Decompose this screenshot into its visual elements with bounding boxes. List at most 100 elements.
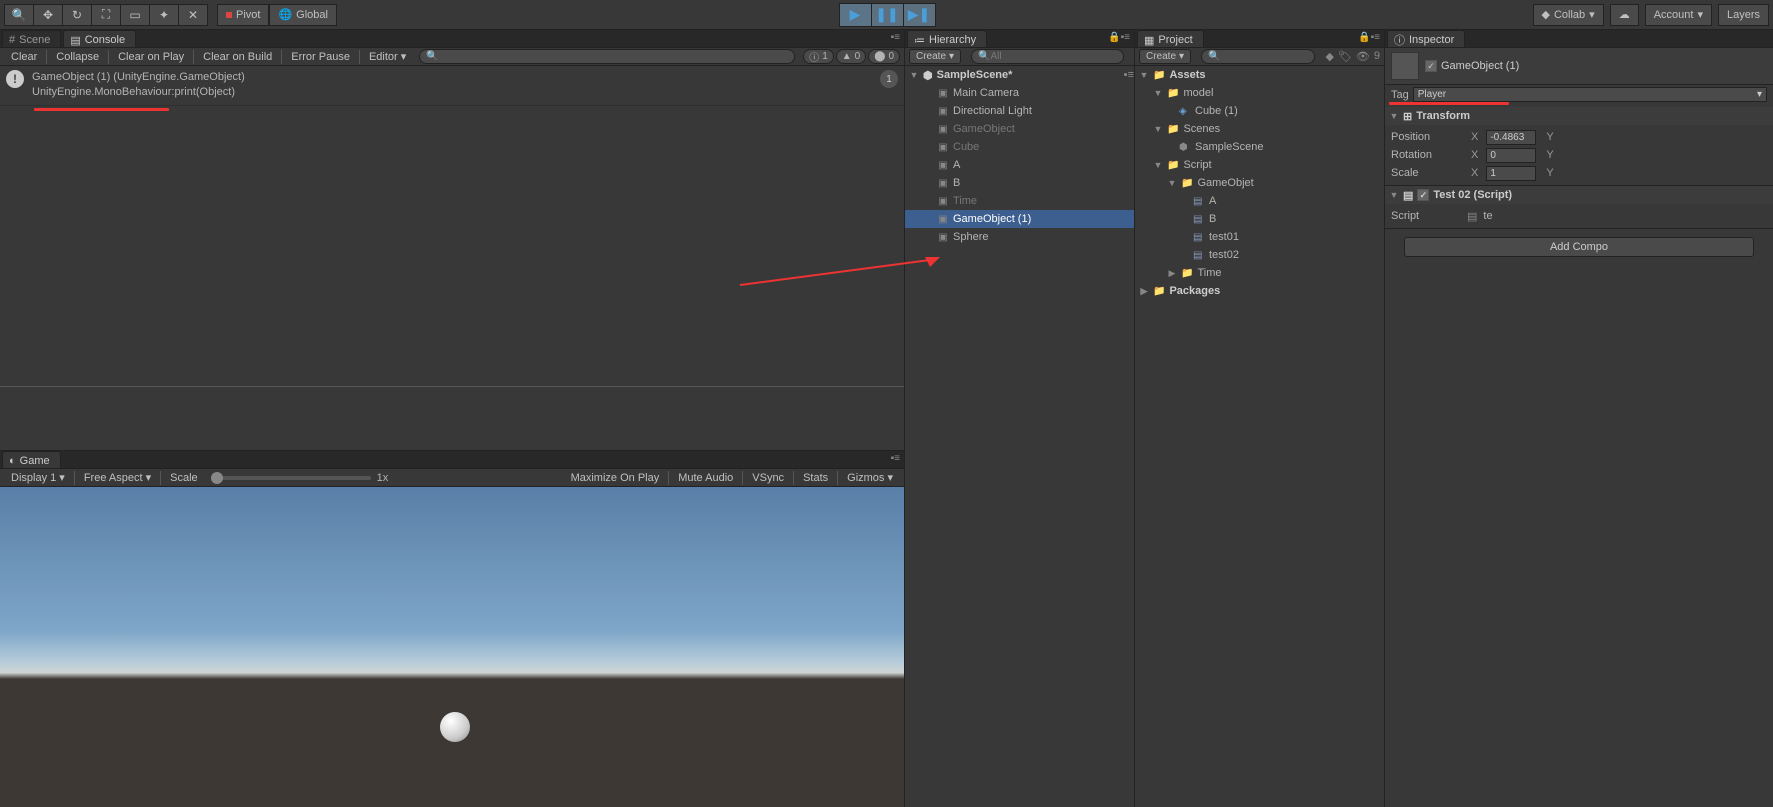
expand-arrow-icon[interactable]: ▼ xyxy=(1389,111,1399,121)
play-button[interactable]: ▶ xyxy=(839,3,872,27)
collapse-arrow-icon[interactable]: ▶ xyxy=(1139,286,1149,297)
panel-menu-icon[interactable]: 🔒▪≡ xyxy=(1358,32,1380,43)
project-folder[interactable]: ▼📁model xyxy=(1135,84,1384,102)
expand-arrow-icon[interactable]: ▼ xyxy=(1153,124,1163,134)
project-item[interactable]: ▤A xyxy=(1135,192,1384,210)
display-dropdown[interactable]: Display 1 ▾ xyxy=(4,469,72,486)
assets-folder[interactable]: ▼📁Assets xyxy=(1135,66,1384,84)
hierarchy-create-dropdown[interactable]: Create ▾ xyxy=(909,49,961,64)
expand-arrow-icon[interactable]: ▼ xyxy=(909,70,919,80)
maximize-toggle[interactable]: Maximize On Play xyxy=(564,470,667,486)
panel-menu-icon[interactable]: ▪≡ xyxy=(891,453,900,464)
tab-console[interactable]: ▤Console xyxy=(63,30,136,47)
custom-tool[interactable]: ✕ xyxy=(178,4,208,26)
hierarchy-item[interactable]: ▣Time xyxy=(905,192,1134,210)
project-item[interactable]: ▤test02 xyxy=(1135,246,1384,264)
scale-slider[interactable] xyxy=(211,476,371,480)
tab-project[interactable]: ▦Project xyxy=(1137,30,1204,47)
expand-arrow-icon[interactable]: ▼ xyxy=(1153,160,1163,170)
hierarchy-item[interactable]: ▣Main Camera xyxy=(905,84,1134,102)
error-count-pill[interactable]: ⬤0 xyxy=(868,49,900,64)
hierarchy-item[interactable]: ▣B xyxy=(905,174,1134,192)
rotation-x-field[interactable] xyxy=(1486,148,1536,163)
scale-x-field[interactable] xyxy=(1486,166,1536,181)
rotate-tool[interactable]: ↻ xyxy=(62,4,92,26)
tab-inspector[interactable]: ⓘInspector xyxy=(1387,30,1465,47)
editor-dropdown[interactable]: Editor ▾ xyxy=(362,48,413,65)
step-button[interactable]: ▶❚ xyxy=(903,3,936,27)
project-folder[interactable]: ▼📁Scenes xyxy=(1135,120,1384,138)
position-x-field[interactable] xyxy=(1486,130,1536,145)
aspect-dropdown[interactable]: Free Aspect ▾ xyxy=(77,469,158,486)
tab-scene[interactable]: #Scene xyxy=(2,30,61,47)
mute-toggle[interactable]: Mute Audio xyxy=(671,470,740,486)
clear-button[interactable]: Clear xyxy=(4,49,44,65)
label-icon[interactable]: 🏷 xyxy=(1338,50,1352,63)
scale-tool[interactable]: ⛶ xyxy=(91,4,121,26)
scene-root[interactable]: ▼⬢SampleScene*▪≡ xyxy=(905,66,1134,84)
project-folder[interactable]: ▼📁Script xyxy=(1135,156,1384,174)
packages-folder[interactable]: ▶📁Packages xyxy=(1135,282,1384,300)
expand-arrow-icon[interactable]: ▼ xyxy=(1153,88,1163,98)
collapse-button[interactable]: Collapse xyxy=(49,49,106,65)
hierarchy-search[interactable]: 🔍All xyxy=(971,49,1124,64)
project-item[interactable]: ▤test01 xyxy=(1135,228,1384,246)
project-tree[interactable]: ▼📁Assets ▼📁model ◈Cube (1) ▼📁Scenes ⬢Sam… xyxy=(1135,66,1384,807)
project-folder[interactable]: ▶📁Time xyxy=(1135,264,1384,282)
script-ref-value[interactable]: te xyxy=(1483,210,1492,222)
transform-tool[interactable]: ✦ xyxy=(149,4,179,26)
add-component-button[interactable]: Add Compo xyxy=(1404,237,1753,257)
stats-toggle[interactable]: Stats xyxy=(796,470,835,486)
collab-button[interactable]: ◆Collab ▾ xyxy=(1533,4,1604,26)
project-folder[interactable]: ▼📁GameObjet xyxy=(1135,174,1384,192)
vsync-toggle[interactable]: VSync xyxy=(745,470,791,486)
console-search[interactable]: 🔍 xyxy=(419,49,795,64)
component-header[interactable]: ▼⊞Transform xyxy=(1385,107,1773,125)
collapse-arrow-icon[interactable]: ▶ xyxy=(1167,268,1177,279)
info-count-pill[interactable]: ⓘ1 xyxy=(803,49,834,64)
console-log-list[interactable]: ! GameObject (1) (UnityEngine.GameObject… xyxy=(0,66,904,386)
account-button[interactable]: Account ▾ xyxy=(1645,4,1712,26)
hidden-icon[interactable]: 👁 xyxy=(1356,50,1370,63)
object-name-field[interactable]: GameObject (1) xyxy=(1441,60,1519,72)
project-item[interactable]: ▤B xyxy=(1135,210,1384,228)
gameobject-thumbnail[interactable] xyxy=(1391,52,1419,80)
project-item[interactable]: ◈Cube (1) xyxy=(1135,102,1384,120)
error-pause-button[interactable]: Error Pause xyxy=(284,49,357,65)
cloud-button[interactable]: ☁ xyxy=(1610,4,1639,26)
tab-game[interactable]: ◐Game xyxy=(2,451,61,468)
panel-menu-icon[interactable]: ▪≡ xyxy=(891,32,900,43)
layers-button[interactable]: Layers xyxy=(1718,4,1769,26)
space-toggle[interactable]: 🌐Global xyxy=(269,4,337,26)
tab-hierarchy[interactable]: ≔Hierarchy xyxy=(907,30,987,47)
rect-tool[interactable]: ▭ xyxy=(120,4,150,26)
hierarchy-item[interactable]: ▣Sphere xyxy=(905,228,1134,246)
tag-dropdown[interactable]: Player▾ xyxy=(1413,87,1767,102)
hierarchy-item[interactable]: ▣A xyxy=(905,156,1134,174)
clear-on-build-button[interactable]: Clear on Build xyxy=(196,49,279,65)
hand-tool[interactable]: 🔍 xyxy=(4,4,34,26)
scene-menu-icon[interactable]: ▪≡ xyxy=(1124,69,1134,81)
hierarchy-item[interactable]: ▣GameObject xyxy=(905,120,1134,138)
hierarchy-tree[interactable]: ▼⬢SampleScene*▪≡ ▣Main Camera ▣Direction… xyxy=(905,66,1134,807)
clear-on-play-button[interactable]: Clear on Play xyxy=(111,49,191,65)
expand-arrow-icon[interactable]: ▼ xyxy=(1139,70,1149,80)
component-header[interactable]: ▼▤✓Test 02 (Script) xyxy=(1385,186,1773,204)
hierarchy-item-selected[interactable]: ▣GameObject (1) xyxy=(905,210,1134,228)
gizmos-dropdown[interactable]: Gizmos ▾ xyxy=(840,469,900,486)
move-tool[interactable]: ✥ xyxy=(33,4,63,26)
filter-icon[interactable]: ◆ xyxy=(1325,50,1333,63)
game-viewport[interactable] xyxy=(0,487,904,807)
warn-count-pill[interactable]: ▲0 xyxy=(836,49,866,64)
expand-arrow-icon[interactable]: ▼ xyxy=(1389,190,1399,200)
pause-button[interactable]: ❚❚ xyxy=(871,3,904,27)
project-item[interactable]: ⬢SampleScene xyxy=(1135,138,1384,156)
hierarchy-item[interactable]: ▣Cube xyxy=(905,138,1134,156)
hierarchy-item[interactable]: ▣Directional Light xyxy=(905,102,1134,120)
project-create-dropdown[interactable]: Create ▾ xyxy=(1139,49,1191,64)
expand-arrow-icon[interactable]: ▼ xyxy=(1167,178,1177,188)
project-search[interactable]: 🔍 xyxy=(1201,49,1315,64)
log-entry[interactable]: ! GameObject (1) (UnityEngine.GameObject… xyxy=(0,66,904,106)
pivot-toggle[interactable]: Pivot xyxy=(217,4,269,26)
component-enabled-checkbox[interactable]: ✓ xyxy=(1417,189,1429,201)
